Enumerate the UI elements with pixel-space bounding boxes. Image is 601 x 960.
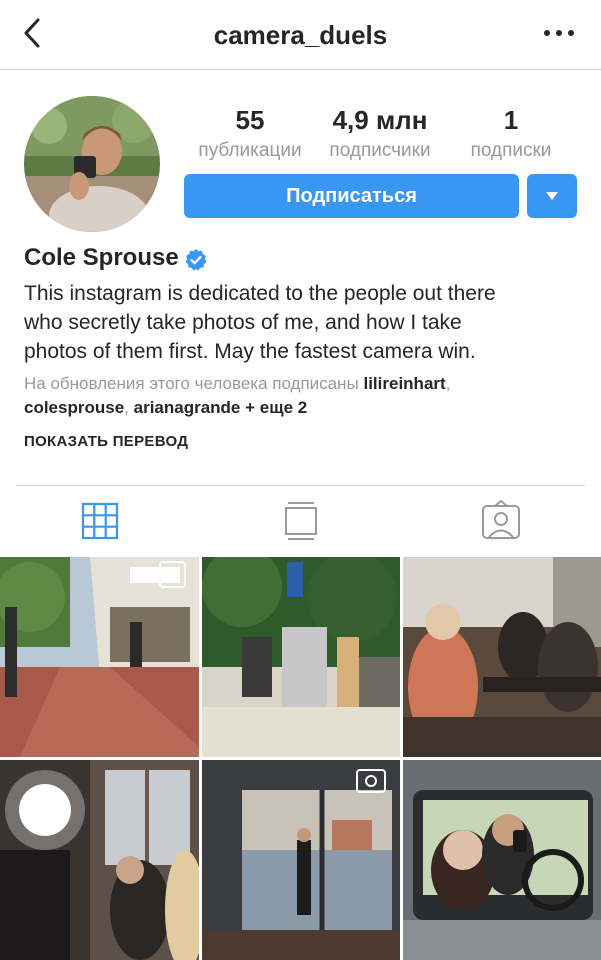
avatar[interactable]	[24, 96, 160, 232]
tagged-icon[interactable]	[481, 500, 521, 542]
post-image	[0, 760, 199, 960]
stat-posts-label: публикации	[198, 140, 302, 161]
stat-following-label: подписки	[470, 140, 552, 161]
post-image	[202, 557, 400, 757]
stat-following-value: 1	[503, 105, 519, 135]
post-thumbnail[interactable]	[202, 557, 400, 757]
follower-link-colesprouse[interactable]: colesprouse	[24, 398, 124, 417]
follower-link-lilireinhart[interactable]: lilireinhart	[363, 374, 445, 393]
triangle-down-icon	[546, 192, 558, 200]
post-thumbnail[interactable]	[0, 760, 199, 960]
profile-name: Cole Sprouse	[24, 244, 179, 271]
followed-by-text: На обновления этого человека подписаны l…	[24, 372, 584, 420]
post-thumbnail[interactable]	[403, 760, 601, 960]
stat-posts[interactable]: 55 публикации	[190, 104, 310, 164]
post-image	[403, 557, 601, 757]
page-title: camera_duels	[213, 20, 388, 50]
stat-posts-value: 55	[235, 105, 265, 135]
stat-followers-value: 4,9 млн	[332, 105, 428, 135]
posts-grid	[0, 557, 601, 960]
stat-followers[interactable]: 4,9 млн подписчики	[315, 104, 445, 164]
post-image	[202, 760, 400, 960]
bio-line: photos of them first. May the fastest ca…	[24, 340, 476, 363]
stat-following[interactable]: 1 подписки	[455, 104, 567, 164]
bio-line: who secretly take photos of me, and how …	[24, 311, 462, 334]
avatar-photo	[24, 96, 160, 232]
post-image	[403, 760, 601, 960]
feed-icon[interactable]	[281, 500, 321, 542]
followed-by-prefix: На обновления этого человека подписаны	[24, 374, 359, 393]
stat-followers-label: подписчики	[329, 140, 431, 161]
tabs-divider	[16, 485, 585, 486]
verified-badge-icon	[185, 249, 207, 271]
followed-by-separator: ,	[445, 374, 451, 393]
grid-icon[interactable]	[80, 500, 120, 542]
followed-by-separator: ,	[124, 398, 129, 417]
post-image	[0, 557, 199, 757]
post-thumbnail[interactable]	[0, 557, 199, 757]
post-thumbnail[interactable]	[403, 557, 601, 757]
profile-bio: This instagram is dedicated to the peopl…	[24, 279, 584, 366]
suggestions-dropdown-button[interactable]	[527, 174, 577, 218]
follower-link-arianagrande[interactable]: arianagrande	[134, 398, 241, 417]
show-translation-link[interactable]: ПОКАЗАТЬ ПЕРЕВОД	[24, 433, 188, 450]
post-thumbnail[interactable]	[202, 760, 400, 960]
more-horizontal-icon[interactable]	[539, 18, 579, 48]
top-bar: camera_duels	[0, 0, 601, 70]
bio-line: This instagram is dedicated to the peopl…	[24, 282, 496, 305]
followed-by-more-link[interactable]: + еще 2	[245, 398, 307, 417]
follow-button[interactable]: Подписаться	[184, 174, 519, 218]
